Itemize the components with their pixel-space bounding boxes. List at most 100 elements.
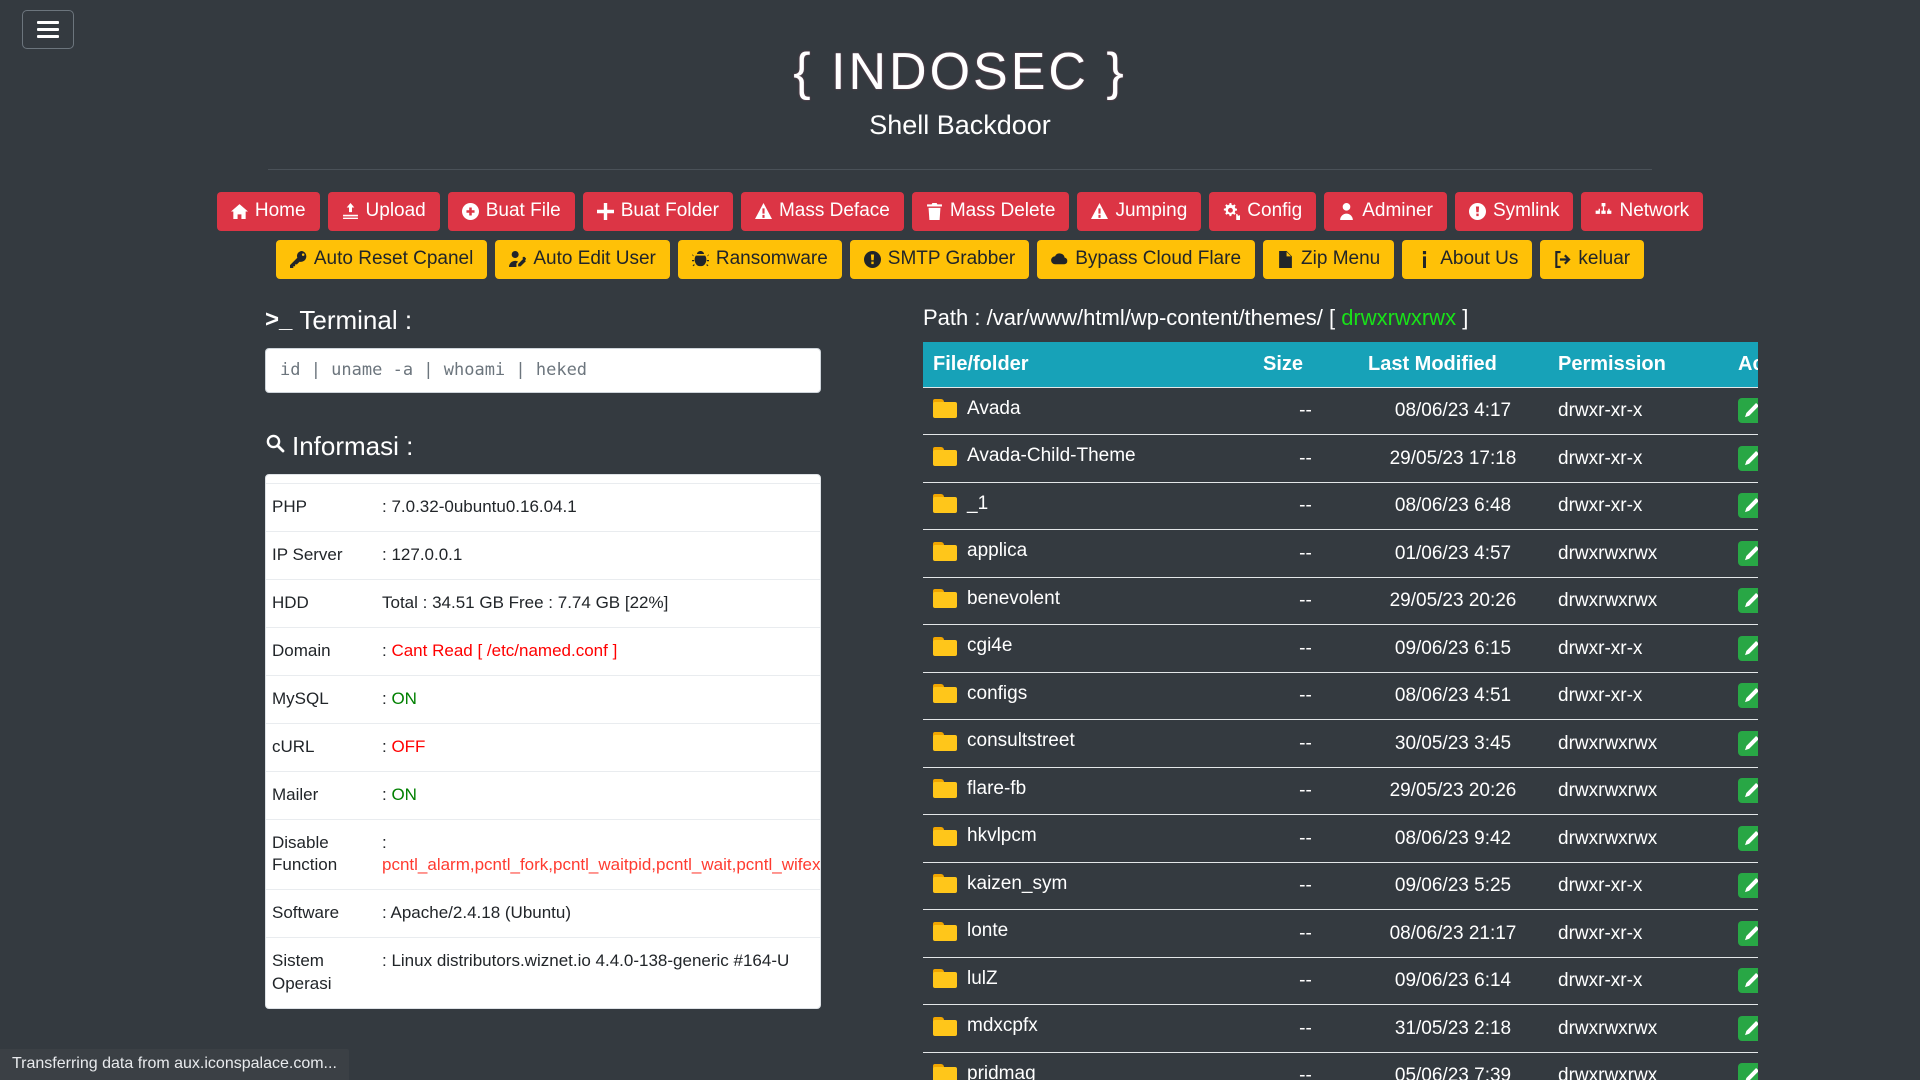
file-name-link[interactable]: lonte: [967, 920, 1008, 942]
file-name-link[interactable]: lulZ: [967, 968, 998, 990]
file-permission-cell[interactable]: drwxrwxrwx: [1548, 719, 1728, 768]
table-row[interactable]: lulZ -- 09/06/23 6:14 drwxr-xr-x: [923, 956, 1758, 1005]
file-name-link[interactable]: Avada: [967, 398, 1021, 420]
file-size-cell: --: [1253, 814, 1358, 863]
file-permission-cell[interactable]: drwxrwxrwx: [1548, 576, 1728, 625]
table-row[interactable]: Avada-Child-Theme -- 29/05/23 17:18 drwxr-x…: [923, 434, 1758, 483]
table-row[interactable]: flare-fb -- 29/05/23 20:26 drwxrwxrwx: [923, 766, 1758, 815]
button-label: Ransomware: [715, 248, 828, 270]
table-row[interactable]: pridmag -- 05/06/23 7:39 drwxrwxrwx: [923, 1051, 1758, 1080]
file-permission-cell[interactable]: drwxrwxrwx: [1548, 1004, 1728, 1053]
file-name-link[interactable]: _1: [967, 493, 988, 515]
edit-icon[interactable]: [1738, 588, 1758, 614]
nav-button-auto-reset-cpanel[interactable]: Auto Reset Cpanel: [275, 240, 488, 279]
file-permission-cell[interactable]: drwxrwxrwx: [1548, 814, 1728, 863]
nav-button-mass-deface[interactable]: Mass Deface: [740, 192, 904, 232]
table-row[interactable]: Avada -- 08/06/23 4:17 drwxr-xr-x: [923, 386, 1758, 435]
nav-button-about-us[interactable]: About Us: [1402, 240, 1533, 279]
edit-icon[interactable]: [1738, 1063, 1758, 1080]
table-row[interactable]: cgi4e -- 09/06/23 6:15 drwxr-xr-x: [923, 624, 1758, 673]
table-row[interactable]: benevolent -- 29/05/23 20:26 drwxrwxrwx: [923, 576, 1758, 625]
nav-button-buat-folder[interactable]: Buat Folder: [582, 192, 733, 232]
file-permission-cell[interactable]: drwxr-xr-x: [1548, 481, 1728, 530]
edit-icon[interactable]: [1738, 635, 1758, 661]
file-name-link[interactable]: cgi4e: [967, 635, 1012, 657]
file-name-link[interactable]: applica: [967, 540, 1027, 562]
nav-button-mass-delete[interactable]: Mass Delete: [911, 192, 1070, 232]
edit-icon[interactable]: [1738, 398, 1758, 424]
button-label: Adminer: [1362, 200, 1433, 222]
edit-icon[interactable]: [1738, 1015, 1758, 1041]
edit-icon[interactable]: [1738, 540, 1758, 566]
table-row[interactable]: _1 -- 08/06/23 6:48 drwxr-xr-x: [923, 481, 1758, 530]
nav-button-buat-file[interactable]: Buat File: [447, 192, 575, 232]
path-value[interactable]: /var/www/html/wp-content/themes/: [987, 305, 1323, 330]
edit-icon[interactable]: [1738, 493, 1758, 519]
file-name-link[interactable]: flare-fb: [967, 778, 1026, 800]
file-permission-cell[interactable]: drwxrwxrwx: [1548, 1051, 1728, 1080]
informasi-key: IP Server: [266, 530, 376, 580]
edit-icon[interactable]: [1738, 873, 1758, 899]
nav-button-upload[interactable]: Upload: [327, 192, 440, 232]
nav-button-home[interactable]: Home: [216, 192, 320, 232]
edit-icon[interactable]: [1738, 730, 1758, 756]
nav-button-smtp-grabber[interactable]: SMTP Grabber: [849, 240, 1030, 279]
table-row[interactable]: kaizen_sym -- 09/06/23 5:25 drwxr-xr-x: [923, 861, 1758, 910]
file-name-link[interactable]: consultstreet: [967, 730, 1075, 752]
file-permission-cell[interactable]: drwxr-xr-x: [1548, 624, 1728, 673]
terminal-command-input[interactable]: [265, 347, 821, 393]
table-row[interactable]: consultstreet -- 30/05/23 3:45 drwxrwxrwx: [923, 719, 1758, 768]
column-header-permission[interactable]: Permission: [1548, 341, 1728, 388]
edit-icon[interactable]: [1738, 968, 1758, 994]
nav-button-auto-edit-user[interactable]: Auto Edit User: [495, 240, 670, 279]
table-row[interactable]: applica -- 01/06/23 4:57 drwxrwxrwx: [923, 529, 1758, 578]
nav-button-network[interactable]: Network: [1581, 192, 1704, 232]
informasi-title-label: Informasi :: [292, 430, 414, 461]
informasi-value-text: Apache/2.4.18 (Ubuntu): [390, 903, 572, 923]
file-name-link[interactable]: configs: [967, 683, 1027, 705]
edit-icon[interactable]: [1738, 778, 1758, 804]
file-permission-cell[interactable]: drwxrwxrwx: [1548, 529, 1728, 578]
file-name-link[interactable]: pridmag: [967, 1063, 1036, 1080]
informasi-value-text: 127.0.0.1: [391, 544, 463, 564]
nav-button-ransomware[interactable]: Ransomware: [677, 240, 842, 279]
file-name-cell: consultstreet: [923, 719, 1253, 768]
column-header-file[interactable]: File/folder: [923, 341, 1253, 388]
edit-icon[interactable]: [1738, 920, 1758, 946]
file-permission-cell[interactable]: drwxr-xr-x: [1548, 434, 1728, 483]
table-row[interactable]: lonte -- 08/06/23 21:17 drwxr-xr-x: [923, 909, 1758, 958]
file-permission-cell[interactable]: drwxr-xr-x: [1548, 386, 1728, 435]
nav-button-adminer[interactable]: Adminer: [1324, 192, 1447, 232]
column-header-modified[interactable]: Last Modified: [1358, 341, 1548, 388]
nav-button-config[interactable]: Config: [1209, 192, 1317, 232]
file-action-cell: [1728, 386, 1758, 435]
bug-icon: [691, 251, 709, 268]
file-name-link[interactable]: kaizen_sym: [967, 873, 1067, 895]
nav-button-zip-menu[interactable]: Zip Menu: [1263, 240, 1395, 279]
informasi-value: : ON: [376, 770, 820, 820]
column-header-size[interactable]: Size: [1253, 341, 1358, 388]
edit-icon[interactable]: [1738, 683, 1758, 709]
file-name-link[interactable]: mdxcpfx: [967, 1015, 1038, 1037]
nav-button-symlink[interactable]: Symlink: [1454, 192, 1574, 232]
hamburger-icon: [37, 21, 59, 38]
file-name-link[interactable]: hkvlpcm: [967, 825, 1037, 847]
file-permission-cell[interactable]: drwxr-xr-x: [1548, 671, 1728, 720]
edit-icon[interactable]: [1738, 825, 1758, 851]
file-permission-cell[interactable]: drwxr-xr-x: [1548, 861, 1728, 910]
nav-button-jumping[interactable]: Jumping: [1077, 192, 1202, 232]
nav-button-keluar[interactable]: keluar: [1540, 240, 1645, 279]
column-header-action[interactable]: Action: [1728, 341, 1758, 388]
file-name-link[interactable]: benevolent: [967, 588, 1060, 610]
sidebar-toggle-button[interactable]: [22, 10, 74, 49]
table-row[interactable]: hkvlpcm -- 08/06/23 9:42 drwxrwxrwx: [923, 814, 1758, 863]
file-permission-cell[interactable]: drwxrwxrwx: [1548, 766, 1728, 815]
file-permission-cell[interactable]: drwxr-xr-x: [1548, 909, 1728, 958]
nav-button-bypass-cloud-flare[interactable]: Bypass Cloud Flare: [1037, 240, 1256, 279]
table-row[interactable]: configs -- 08/06/23 4:51 drwxr-xr-x: [923, 671, 1758, 720]
file-name-link[interactable]: Avada-Child-Theme: [967, 445, 1136, 467]
table-row[interactable]: mdxcpfx -- 31/05/23 2:18 drwxrwxrwx: [923, 1004, 1758, 1053]
edit-icon[interactable]: [1738, 445, 1758, 471]
informasi-row: HDD Total : 34.51 GB Free : 7.74 GB [22%]: [266, 578, 820, 628]
file-permission-cell[interactable]: drwxr-xr-x: [1548, 956, 1728, 1005]
